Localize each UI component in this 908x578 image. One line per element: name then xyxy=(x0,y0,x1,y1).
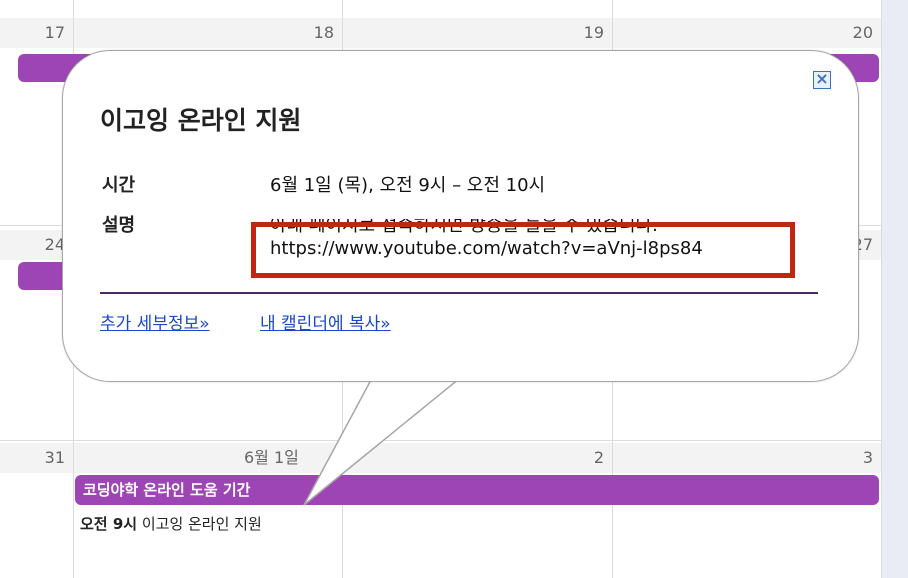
popup-divider xyxy=(100,292,818,294)
day-number[interactable]: 3 xyxy=(613,443,881,473)
day-number[interactable]: 17 xyxy=(0,18,73,48)
event-bar-label: 코딩야학 온라인 도움 기간 xyxy=(83,481,251,499)
day-number[interactable]: 20 xyxy=(613,18,881,48)
day-number[interactable]: 19 xyxy=(343,18,612,48)
right-scroll-area xyxy=(882,0,908,578)
highlight-box xyxy=(251,222,795,278)
event-item-title: 이고잉 온라인 지원 xyxy=(141,515,262,533)
time-value: 6월 1일 (목), 오전 9시 – 오전 10시 xyxy=(270,175,546,196)
time-label: 시간 xyxy=(102,175,136,196)
more-details-link[interactable]: 추가 세부정보» xyxy=(100,309,210,334)
event-bar-coding[interactable]: 코딩야학 온라인 도움 기간 xyxy=(75,475,879,505)
day-number[interactable]: 2 xyxy=(343,443,612,473)
copy-to-calendar-link[interactable]: 내 캘린더에 복사» xyxy=(260,309,391,334)
day-number[interactable]: 18 xyxy=(74,18,342,48)
event-item[interactable]: 오전 9시 이고잉 온라인 지원 xyxy=(80,513,262,534)
event-popup: × 이고잉 온라인 지원 시간 6월 1일 (목), 오전 9시 – 오전 10… xyxy=(62,50,859,382)
close-icon[interactable]: × xyxy=(813,71,831,89)
popup-title: 이고잉 온라인 지원 xyxy=(100,106,302,135)
event-item-time: 오전 9시 xyxy=(80,515,138,533)
day-number[interactable]: 6월 1일 xyxy=(74,443,342,473)
week-divider xyxy=(0,440,882,441)
description-label: 설명 xyxy=(102,215,136,236)
day-number[interactable]: 31 xyxy=(0,443,73,473)
